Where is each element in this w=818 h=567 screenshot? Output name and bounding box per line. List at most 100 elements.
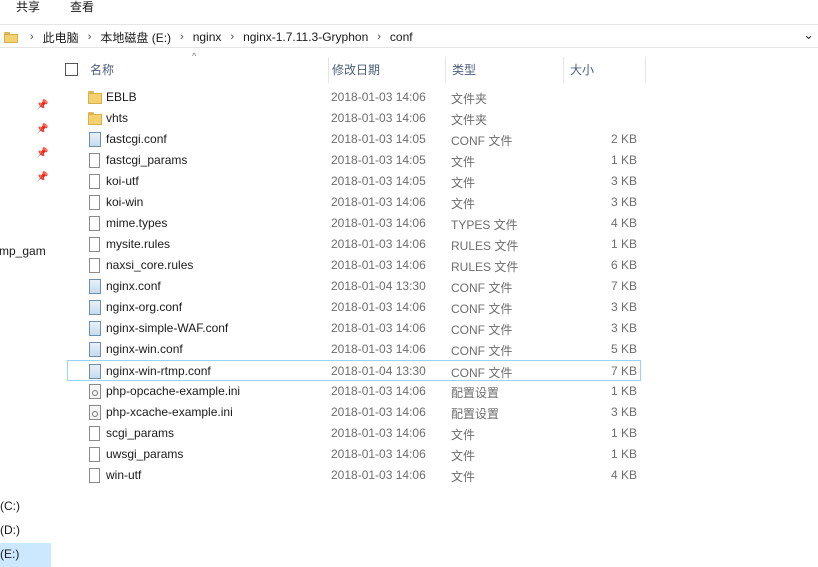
- conf-file-icon: [89, 300, 101, 315]
- column-header-date[interactable]: 修改日期: [332, 61, 380, 78]
- file-modified-date: 2018-01-03 14:06: [331, 321, 426, 335]
- conf-file-icon: [89, 321, 101, 336]
- file-name: koi-win: [106, 195, 144, 209]
- file-name: nginx-simple-WAF.conf: [106, 321, 229, 335]
- nav-item-folder[interactable]: mp_gam: [0, 244, 46, 258]
- file-row[interactable]: mysite.rules 2018-01-03 14:06 RULES 文件 1 KB: [68, 234, 640, 255]
- file-size: 4 KB: [610, 468, 637, 482]
- pin-icon[interactable]: 📌: [36, 172, 48, 183]
- file-row[interactable]: fastcgi_params 2018-01-03 14:05 文件 1 KB: [68, 150, 640, 171]
- file-modified-date: 2018-01-04 13:30: [331, 364, 426, 378]
- file-row[interactable]: koi-utf 2018-01-03 14:05 文件 3 KB: [68, 171, 640, 192]
- nav-item-drive-c[interactable]: (C:): [0, 499, 20, 513]
- file-row[interactable]: koi-win 2018-01-03 14:06 文件 3 KB: [68, 192, 640, 213]
- file-type: CONF 文件: [451, 134, 513, 148]
- breadcrumb-this-pc[interactable]: 此电脑: [43, 29, 79, 46]
- pin-icon[interactable]: 📌: [36, 100, 48, 111]
- chevron-right-icon[interactable]: ›: [377, 31, 381, 43]
- file-type: TYPES 文件: [451, 218, 518, 232]
- column-divider[interactable]: [328, 57, 329, 83]
- file-row[interactable]: fastcgi.conf 2018-01-03 14:05 CONF 文件 2 KB: [68, 129, 640, 150]
- file-row[interactable]: nginx-simple-WAF.conf 2018-01-03 14:06 CON…: [68, 318, 640, 339]
- nav-item-drive-d[interactable]: (D:): [0, 523, 20, 537]
- breadcrumb-conf[interactable]: conf: [390, 30, 413, 44]
- file-icon: [89, 216, 100, 231]
- file-row[interactable]: nginx-win.conf 2018-01-03 14:06 CONF 文件 5 K…: [68, 339, 640, 360]
- file-modified-date: 2018-01-03 14:06: [331, 216, 426, 230]
- file-row[interactable]: naxsi_core.rules 2018-01-03 14:06 RULES 文件…: [68, 255, 640, 276]
- file-size: 3 KB: [610, 174, 637, 188]
- file-size: 2 KB: [610, 132, 637, 146]
- column-divider[interactable]: [645, 57, 646, 83]
- file-icon: [89, 447, 100, 462]
- breadcrumb-nginx[interactable]: nginx: [193, 30, 222, 44]
- file-type: 配置设置: [451, 407, 500, 421]
- address-bar[interactable]: › 此电脑 › 本地磁盘 (E:) › nginx › nginx-1.7.11…: [0, 24, 818, 48]
- file-row[interactable]: vhts 2018-01-03 14:06 文件夹: [68, 108, 640, 129]
- chevron-right-icon[interactable]: ›: [230, 31, 234, 43]
- file-modified-date: 2018-01-03 14:05: [331, 174, 426, 188]
- breadcrumb-drive[interactable]: 本地磁盘 (E:): [100, 29, 171, 46]
- file-icon: [89, 426, 100, 441]
- settings-file-icon: [89, 384, 101, 399]
- file-row[interactable]: mime.types 2018-01-03 14:06 TYPES 文件 4 KB: [68, 213, 640, 234]
- file-list-pane: ^ 名称 修改日期 类型 大小 EBLB 2018-01-03 14:06 文件夹 v…: [52, 48, 818, 567]
- file-row[interactable]: uwsgi_params 2018-01-03 14:06 文件 1 KB: [68, 444, 640, 465]
- folder-icon: [88, 90, 102, 105]
- column-divider[interactable]: [445, 57, 446, 83]
- breadcrumb-nginx-version[interactable]: nginx-1.7.11.3-Gryphon: [243, 30, 368, 44]
- pin-icon[interactable]: 📌: [36, 124, 48, 135]
- file-modified-date: 2018-01-03 14:06: [331, 447, 426, 461]
- file-size: 5 KB: [610, 342, 637, 356]
- file-name: vhts: [106, 111, 129, 125]
- file-icon: [89, 174, 100, 189]
- file-row[interactable]: php-opcache-example.ini 2018-01-03 14:06 配…: [68, 381, 640, 402]
- settings-file-icon: [89, 405, 101, 420]
- nav-item-drive-e[interactable]: (E:): [0, 547, 19, 561]
- file-name: nginx.conf: [106, 279, 161, 293]
- file-icon: [89, 153, 100, 168]
- column-header-type[interactable]: 类型: [452, 61, 476, 78]
- column-header-name[interactable]: 名称: [90, 61, 114, 78]
- select-all-checkbox[interactable]: [65, 63, 78, 76]
- file-name: nginx-win.conf: [106, 342, 183, 356]
- file-row[interactable]: nginx-org.conf 2018-01-03 14:06 CONF 文件 3 K…: [68, 297, 640, 318]
- file-modified-date: 2018-01-03 14:06: [331, 111, 426, 125]
- file-row[interactable]: win-utf 2018-01-03 14:06 文件 4 KB: [68, 465, 640, 486]
- file-type: 配置设置: [451, 386, 500, 400]
- column-divider[interactable]: [563, 57, 564, 83]
- file-size: 6 KB: [610, 258, 637, 272]
- file-size: 3 KB: [610, 405, 637, 419]
- conf-file-icon: [89, 342, 101, 357]
- conf-file-icon: [89, 364, 101, 379]
- file-row[interactable]: nginx.conf 2018-01-04 13:30 CONF 文件 7 KB: [68, 276, 640, 297]
- column-header-size[interactable]: 大小: [570, 61, 594, 78]
- file-name: php-xcache-example.ini: [106, 405, 233, 419]
- navigation-pane: 📌 📌 📌 📌 mp_gam (C:) (D:) (E:): [0, 48, 51, 567]
- chevron-down-icon[interactable]: ⌄: [803, 27, 814, 43]
- file-name: EBLB: [106, 90, 137, 104]
- file-type: 文件夹: [451, 113, 488, 127]
- file-row[interactable]: scgi_params 2018-01-03 14:06 文件 1 KB: [68, 423, 640, 444]
- breadcrumb: › 此电脑 › 本地磁盘 (E:) › nginx › nginx-1.7.11…: [4, 28, 413, 46]
- chevron-right-icon[interactable]: ›: [88, 31, 92, 43]
- file-size: 3 KB: [610, 195, 637, 209]
- pin-icon[interactable]: 📌: [36, 148, 48, 159]
- ribbon-tab-view[interactable]: 查看: [70, 0, 94, 15]
- file-row[interactable]: php-xcache-example.ini 2018-01-03 14:06 配置…: [68, 402, 640, 423]
- file-type: 文件: [451, 470, 476, 484]
- ribbon-tab-share[interactable]: 共享: [16, 0, 40, 15]
- file-size: 1 KB: [610, 237, 637, 251]
- file-icon: [89, 258, 100, 273]
- file-size: 7 KB: [610, 279, 637, 293]
- file-row[interactable]: nginx-win-rtmp.conf 2018-01-04 13:30 CONF …: [67, 360, 641, 381]
- file-row[interactable]: EBLB 2018-01-03 14:06 文件夹: [68, 87, 640, 108]
- file-modified-date: 2018-01-03 14:06: [331, 405, 426, 419]
- file-type: 文件夹: [451, 92, 488, 106]
- chevron-right-icon[interactable]: ›: [30, 31, 34, 43]
- column-header: ^ 名称 修改日期 类型 大小: [52, 51, 652, 87]
- file-type: RULES 文件: [451, 260, 519, 274]
- chevron-right-icon[interactable]: ›: [180, 31, 184, 43]
- file-name: nginx-win-rtmp.conf: [106, 364, 211, 378]
- file-type: CONF 文件: [451, 344, 513, 358]
